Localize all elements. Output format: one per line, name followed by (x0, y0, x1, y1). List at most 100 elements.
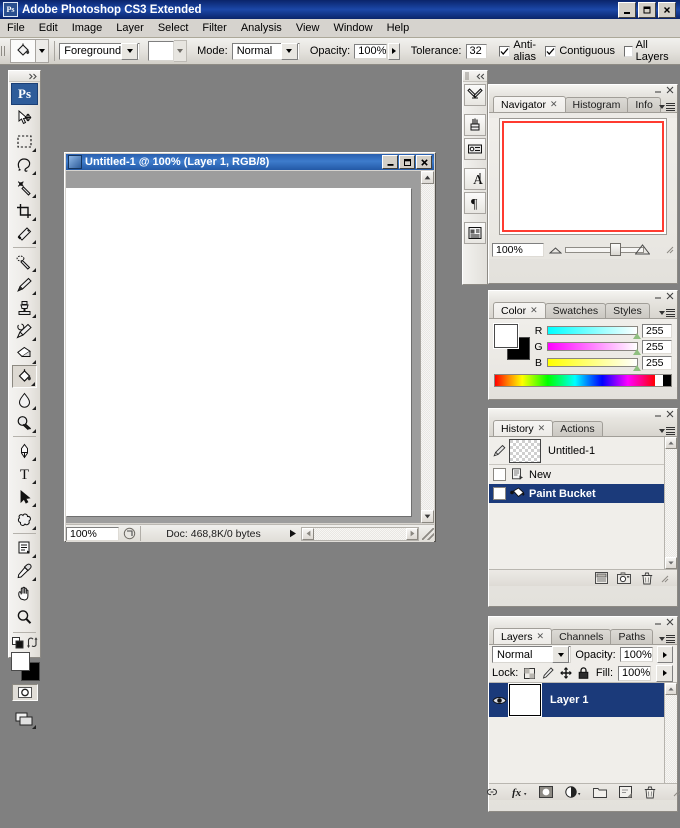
blue-slider-bar[interactable] (547, 358, 641, 371)
delete-layer-button[interactable] (644, 786, 656, 799)
pattern-picker[interactable] (148, 40, 188, 62)
tab-layers[interactable]: Layers ✕ (493, 628, 553, 644)
layer-comps-icon[interactable] (464, 222, 486, 244)
navigator-zoom-slider[interactable] (549, 243, 660, 256)
pattern-swatch[interactable] (148, 41, 175, 61)
history-state-paint-bucket[interactable]: Paint Bucket (489, 484, 677, 503)
menu-help[interactable]: Help (380, 20, 417, 36)
tolerance-input[interactable]: 32 (465, 43, 488, 59)
color-minimize-icon[interactable] (654, 292, 662, 300)
history-resize-grip[interactable] (660, 574, 669, 583)
layers-panel-menu-button[interactable] (659, 635, 675, 643)
zoom-slider-knob[interactable] (610, 243, 622, 256)
brush-tool[interactable] (12, 273, 37, 296)
document-title-bar[interactable]: Untitled-1 @ 100% (Layer 1, RGB/8) (66, 154, 434, 170)
tab-paths[interactable]: Paths (610, 629, 654, 644)
navigator-thumbnail[interactable] (499, 118, 667, 235)
close-icon[interactable] (658, 1, 676, 18)
blend-mode-dropdown[interactable]: Normal (231, 42, 300, 60)
navigator-panel-menu-button[interactable] (659, 103, 675, 111)
minimize-icon[interactable] (618, 1, 636, 18)
history-state-list[interactable]: Untitled-1 New Paint Bucket (489, 437, 677, 569)
tool-preset-picker[interactable] (9, 39, 49, 63)
foreground-background-colors[interactable] (10, 651, 40, 681)
tab-color[interactable]: Color ✕ (493, 302, 546, 318)
contiguous-checkbox[interactable] (545, 45, 557, 57)
layers-opacity-input[interactable]: 100% (619, 647, 653, 662)
layers-opacity-arrow[interactable] (656, 646, 673, 663)
tab-info[interactable]: Info (627, 97, 661, 112)
add-layer-style-button[interactable]: fx (511, 786, 527, 799)
magic-wand-tool[interactable] (12, 176, 37, 199)
all-layers-checkbox[interactable] (624, 45, 633, 57)
color-panel-menu-button[interactable] (659, 309, 675, 317)
slice-tool[interactable] (12, 222, 37, 245)
document-zoom-input[interactable]: 100% (66, 526, 119, 541)
contiguous-checkbox-row[interactable]: Contiguous (545, 45, 615, 57)
restore-icon[interactable] (638, 1, 656, 18)
menu-file[interactable]: File (0, 20, 32, 36)
opacity-slider-arrow[interactable] (388, 42, 400, 60)
move-tool[interactable] (12, 107, 37, 130)
clone-stamp-tool[interactable] (12, 296, 37, 319)
layer-list[interactable]: Layer 1 (489, 683, 677, 783)
path-selection-tool[interactable] (12, 485, 37, 508)
image-canvas[interactable] (66, 188, 411, 516)
color-swatch-pair[interactable] (494, 324, 530, 360)
red-slider-knob[interactable] (633, 333, 641, 339)
opacity-input[interactable]: 100% (354, 43, 388, 59)
swap-colors-icon[interactable] (26, 637, 38, 648)
menu-layer[interactable]: Layer (109, 20, 151, 36)
ramp-black-swatch[interactable] (663, 375, 671, 386)
default-colors-icon[interactable] (11, 637, 24, 649)
menu-view[interactable]: View (289, 20, 327, 36)
navigator-minimize-icon[interactable] (654, 86, 662, 94)
status-menu-arrow[interactable] (285, 526, 301, 541)
create-new-snapshot-button[interactable] (617, 572, 631, 585)
layers-minimize-icon[interactable] (654, 618, 662, 626)
layer-thumbnail[interactable] (509, 684, 541, 716)
layers-fill-input[interactable]: 100% (618, 665, 651, 681)
crop-tool[interactable] (12, 199, 37, 222)
tab-navigator-close-icon[interactable]: ✕ (550, 99, 558, 110)
blend-mode-arrow[interactable] (552, 646, 570, 663)
anti-alias-checkbox[interactable] (499, 45, 511, 57)
layers-scrollbar[interactable] (664, 683, 677, 783)
tab-history[interactable]: History ✕ (493, 420, 554, 436)
toolbox-collapse-handle[interactable] (9, 71, 40, 82)
color-close-icon[interactable] (666, 292, 674, 300)
history-scroll-up-icon[interactable] (665, 437, 677, 449)
new-adjustment-layer-button[interactable] (565, 786, 581, 799)
zoom-out-icon[interactable] (549, 245, 562, 254)
pattern-dropdown-arrow[interactable] (174, 40, 188, 62)
healing-brush-tool[interactable] (12, 250, 37, 273)
history-scroll-down-icon[interactable] (665, 557, 677, 569)
set-history-brush-source-icon[interactable] (492, 444, 506, 458)
document-close-icon[interactable] (416, 155, 432, 169)
delete-state-button[interactable] (640, 572, 654, 585)
layer-row[interactable]: Layer 1 (489, 683, 677, 783)
eyedropper-tool[interactable] (12, 559, 37, 582)
tab-history-close-icon[interactable]: ✕ (538, 423, 546, 434)
layers-scroll-up-icon[interactable] (665, 683, 677, 695)
scroll-up-icon[interactable] (421, 171, 434, 184)
hand-tool[interactable] (12, 582, 37, 605)
green-value-input[interactable]: 255 (642, 339, 672, 354)
menu-select[interactable]: Select (151, 20, 196, 36)
document-restore-icon[interactable] (399, 155, 415, 169)
paint-bucket-tool[interactable] (12, 365, 37, 388)
all-layers-checkbox-row[interactable]: All Layers (624, 39, 671, 63)
canvas-viewport[interactable] (66, 171, 421, 523)
navigator-zoom-input[interactable]: 100% (492, 242, 544, 257)
ramp-white-swatch[interactable] (655, 375, 663, 386)
clone-source-icon[interactable] (464, 138, 486, 160)
dodge-tool[interactable] (12, 411, 37, 434)
lock-transparency-icon[interactable] (523, 667, 536, 680)
fill-source-dropdown[interactable]: Foreground (59, 42, 141, 60)
green-slider-knob[interactable] (633, 349, 641, 355)
menu-analysis[interactable]: Analysis (234, 20, 289, 36)
lock-position-icon[interactable] (559, 667, 572, 680)
new-group-button[interactable] (593, 786, 607, 799)
tool-preset-dropdown-arrow[interactable] (35, 39, 49, 63)
lock-image-icon[interactable] (541, 667, 554, 680)
